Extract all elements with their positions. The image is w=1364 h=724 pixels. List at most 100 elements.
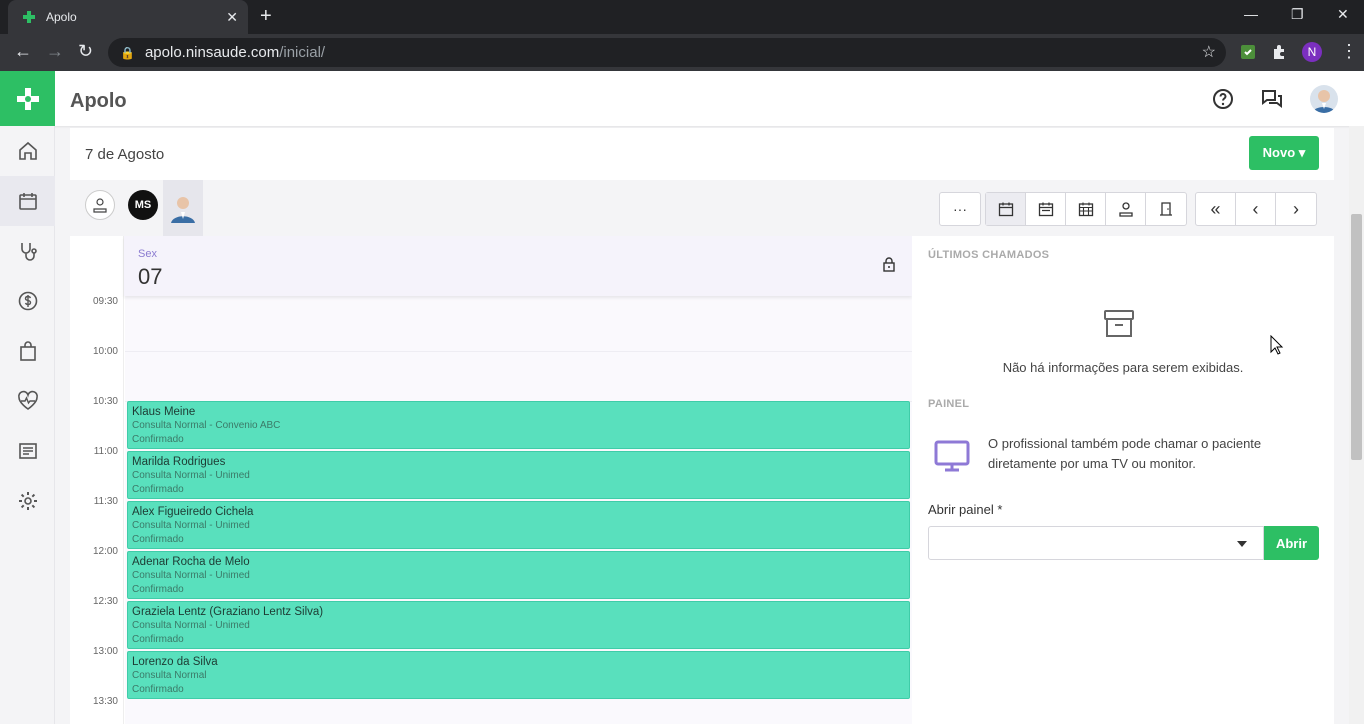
window-close-icon[interactable]: ✕ (1337, 6, 1349, 23)
appointment-card[interactable]: Adenar Rocha de Melo Consulta Normal - U… (127, 551, 910, 599)
time-label: 10:30 (92, 396, 118, 407)
last-calls-heading: ÚLTIMOS CHAMADOS (928, 249, 1050, 261)
day-view-button[interactable] (986, 193, 1026, 225)
date-nav-group: « ‹ › (1195, 192, 1317, 226)
reload-icon[interactable]: ↻ (78, 42, 93, 60)
appointment-card[interactable]: Lorenzo da Silva Consulta Normal Confirm… (127, 651, 910, 699)
appointment-type: Consulta Normal (132, 670, 207, 681)
time-column: 09:30 10:00 10:30 11:00 11:30 12:00 12:3… (70, 236, 124, 724)
appointment-status: Confirmado (132, 484, 184, 495)
professional-view-button[interactable] (1106, 193, 1146, 225)
lock-icon[interactable] (882, 256, 896, 272)
minimize-icon[interactable]: — (1244, 6, 1258, 22)
help-icon[interactable] (1211, 87, 1235, 111)
next-button[interactable]: › (1276, 193, 1316, 225)
professional-ms-filter[interactable]: MS (128, 190, 158, 220)
app-logo[interactable] (0, 71, 55, 126)
professional-doctor-filter[interactable] (163, 180, 203, 236)
sidebar-item-calendar[interactable] (0, 176, 55, 226)
main-panel: 7 de Agosto Novo ▾ MS ··· « ‹ › Sex 07 0… (70, 128, 1334, 724)
door-icon (1160, 202, 1172, 216)
tab-close-icon[interactable]: ✕ (226, 9, 238, 26)
back-icon[interactable]: ← (14, 42, 32, 60)
novo-button[interactable]: Novo ▾ (1249, 136, 1319, 170)
appointment-card[interactable]: Marilda Rodrigues Consulta Normal - Unim… (127, 451, 910, 499)
grid-line (125, 351, 912, 352)
user-avatar[interactable] (1310, 85, 1338, 113)
home-icon (18, 141, 37, 160)
appointment-card[interactable]: Alex Figueiredo Cichela Consulta Normal … (127, 501, 910, 549)
time-label: 10:00 (92, 346, 118, 357)
day-of-week: Sex (138, 248, 157, 260)
week-view-button[interactable] (1026, 193, 1066, 225)
extension-shield-icon[interactable] (1238, 42, 1258, 62)
apolo-favicon-icon (23, 11, 35, 23)
previous-button[interactable]: ‹ (1236, 193, 1276, 225)
new-tab-icon[interactable]: + (260, 6, 272, 26)
mouse-cursor-icon (1270, 335, 1284, 355)
room-view-button[interactable] (1146, 193, 1186, 225)
appointment-status: Confirmado (132, 434, 184, 445)
chevron-left-icon: ‹ (1252, 198, 1259, 219)
app-header: Apolo (0, 71, 1364, 126)
browser-tab[interactable]: Apolo ✕ (8, 0, 248, 34)
sidebar-item-home[interactable] (0, 126, 55, 176)
professional-icon (1118, 202, 1133, 217)
calendar-icon (18, 193, 37, 210)
appointment-patient: Klaus Meine (132, 406, 196, 418)
profile-avatar[interactable]: N (1302, 42, 1322, 62)
scrollbar-thumb[interactable] (1351, 214, 1362, 460)
caret-down-icon (1237, 541, 1247, 547)
view-mode-group (985, 192, 1187, 226)
chevron-right-icon: › (1293, 198, 1299, 219)
calendar-week-icon (1038, 202, 1053, 217)
more-options-group: ··· (939, 192, 981, 226)
professional-icon (93, 198, 107, 213)
appointment-type: Consulta Normal - Convenio ABC (132, 420, 281, 431)
today-button[interactable]: « (1196, 193, 1236, 225)
document-icon (18, 443, 37, 459)
appointment-status: Confirmado (132, 684, 184, 695)
restore-icon[interactable]: ❐ (1291, 6, 1304, 23)
lock-icon: 🔒 (120, 45, 135, 60)
more-options-button[interactable]: ··· (940, 193, 980, 225)
app-title: Apolo (70, 90, 127, 112)
appointment-type: Consulta Normal - Unimed (132, 470, 250, 481)
appointment-patient: Marilda Rodrigues (132, 456, 226, 468)
browser-toolbar: ← → ↻ 🔒 apolo.ninsaude.com/inicial/ ☆ N … (0, 34, 1364, 71)
appointment-type: Consulta Normal - Unimed (132, 570, 250, 581)
appointment-card[interactable]: Klaus Meine Consulta Normal - Convenio A… (127, 401, 910, 449)
sidebar-item-health[interactable] (0, 376, 55, 426)
open-panel-button[interactable]: Abrir (1264, 526, 1319, 560)
open-panel-label: Abrir painel * (928, 502, 1003, 517)
open-panel-select[interactable] (928, 526, 1264, 560)
forward-icon[interactable]: → (46, 42, 64, 60)
bookmark-star-icon[interactable]: ☆ (1202, 42, 1216, 62)
calendar-day-icon (998, 202, 1013, 217)
doctor-photo-icon (171, 197, 195, 223)
extensions-puzzle-icon[interactable] (1270, 42, 1290, 62)
address-bar[interactable]: 🔒 apolo.ninsaude.com/inicial/ ☆ (108, 38, 1226, 67)
month-view-button[interactable] (1066, 193, 1106, 225)
sidebar-item-settings[interactable] (0, 476, 55, 526)
chat-icon[interactable] (1260, 87, 1284, 111)
day-header: Sex 07 (124, 236, 912, 296)
time-label: 13:30 (92, 696, 118, 707)
sidebar-item-stock[interactable] (0, 326, 55, 376)
sidebar-item-reports[interactable] (0, 426, 55, 476)
appointment-status: Confirmado (132, 584, 184, 595)
browser-menu-icon[interactable]: ⋮ (1340, 42, 1358, 60)
time-label: 11:30 (93, 496, 118, 507)
all-professionals-filter[interactable] (85, 190, 115, 220)
dollar-icon (18, 291, 37, 311)
appointment-card[interactable]: Graziela Lentz (Graziano Lentz Silva) Co… (127, 601, 910, 649)
appointment-patient: Graziela Lentz (Graziano Lentz Silva) (132, 606, 324, 618)
time-grid[interactable]: Klaus Meine Consulta Normal - Convenio A… (125, 296, 912, 724)
time-label: 13:00 (92, 646, 118, 657)
right-panel: ÚLTIMOS CHAMADOS Não há informações para… (928, 236, 1319, 724)
panel-heading: PAINEL (928, 398, 970, 410)
appointment-type: Consulta Normal - Unimed (132, 620, 250, 631)
sidebar-item-financial[interactable] (0, 276, 55, 326)
sidebar-item-clinical[interactable] (0, 226, 55, 276)
url-host: apolo.ninsaude.com (144, 44, 280, 61)
